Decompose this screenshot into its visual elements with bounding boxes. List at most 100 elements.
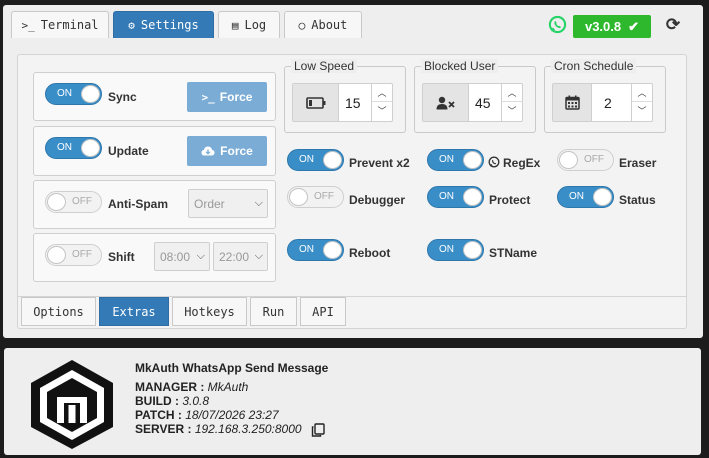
blocked-user-arrows: ︿ ﹀ bbox=[501, 84, 522, 121]
status-toggle[interactable]: ON bbox=[557, 186, 614, 208]
stname-label: STName bbox=[489, 246, 538, 260]
toggle-knob bbox=[559, 151, 578, 169]
antispam-order-value: Order bbox=[194, 196, 225, 211]
blocked-user-legend: Blocked User bbox=[421, 59, 499, 73]
gear-icon: ⚙ bbox=[128, 18, 135, 32]
regex-toggle[interactable]: ON bbox=[427, 149, 484, 171]
check-icon: ✔ bbox=[628, 18, 640, 34]
copy-icon[interactable] bbox=[311, 423, 325, 437]
tab-run[interactable]: Run bbox=[250, 297, 297, 326]
toggle-knob bbox=[81, 85, 100, 103]
toggle-knob bbox=[81, 139, 100, 157]
speech-bubble-icon: ◯ bbox=[298, 18, 306, 32]
patch-value: 18/07/2026 23:27 bbox=[185, 408, 279, 422]
chevron-down-icon[interactable]: ﹀ bbox=[502, 102, 522, 120]
tab-options[interactable]: Options bbox=[21, 297, 96, 326]
tab-settings-label: Settings bbox=[140, 18, 199, 32]
toggle-text: ON bbox=[299, 244, 314, 255]
reboot-toggle[interactable]: ON bbox=[287, 239, 344, 261]
update-toggle-text: ON bbox=[57, 142, 72, 153]
low-speed-fieldset: Low Speed 15 ︿ ﹀ bbox=[284, 59, 406, 133]
version-badge[interactable]: v3.0.8 ✔ bbox=[573, 15, 651, 38]
chevron-down-icon: ⌵ bbox=[196, 250, 205, 262]
blocked-user-value[interactable]: 45 bbox=[475, 95, 491, 111]
refresh-icon[interactable]: ⟳ bbox=[664, 16, 682, 34]
antispam-order-select[interactable]: Order ⌵ bbox=[188, 189, 268, 218]
toggle-knob bbox=[463, 151, 482, 169]
update-toggle[interactable]: ON bbox=[45, 137, 102, 159]
status-label: Status bbox=[619, 193, 656, 207]
toggle-text: ON bbox=[439, 191, 454, 202]
toggle-text: OFF bbox=[584, 154, 604, 165]
antispam-toggle[interactable]: OFF bbox=[45, 191, 102, 213]
antispam-toggle-text: OFF bbox=[72, 196, 92, 207]
user-x-icon bbox=[436, 96, 455, 109]
whatsapp-icon bbox=[548, 15, 567, 34]
shift-end-select[interactable]: 22:00 ⌵ bbox=[213, 242, 268, 271]
build-label: BUILD : bbox=[135, 394, 179, 408]
low-speed-spinner[interactable]: 15 ︿ ﹀ bbox=[292, 83, 393, 122]
tab-hotkeys[interactable]: Hotkeys bbox=[172, 297, 247, 326]
tab-extras[interactable]: Extras bbox=[99, 297, 169, 326]
toggle-text: ON bbox=[439, 244, 454, 255]
blocked-user-fieldset: Blocked User 45 ︿ ﹀ bbox=[414, 59, 536, 133]
chevron-down-icon: ⌵ bbox=[254, 250, 263, 262]
protect-label: Protect bbox=[489, 193, 531, 207]
server-label: SERVER : bbox=[135, 422, 192, 436]
chevron-down-icon[interactable]: ﹀ bbox=[632, 102, 652, 120]
toggle-knob bbox=[289, 188, 308, 206]
toggle-knob bbox=[463, 188, 482, 206]
battery-low-icon bbox=[305, 96, 325, 109]
sync-toggle[interactable]: ON bbox=[45, 83, 102, 105]
antispam-label: Anti-Spam bbox=[108, 197, 168, 211]
shift-toggle[interactable]: OFF bbox=[45, 244, 102, 266]
sync-force-button[interactable]: >_ Force bbox=[187, 82, 267, 112]
footer-patch: PATCH : 18/07/2026 23:27 bbox=[135, 408, 279, 422]
protect-toggle[interactable]: ON bbox=[427, 186, 484, 208]
server-value: 192.168.3.250:8000 bbox=[194, 422, 302, 436]
antispam-row: OFF Anti-Spam Order ⌵ bbox=[33, 180, 276, 229]
manager-label: MANAGER : bbox=[135, 380, 205, 394]
chevron-up-icon[interactable]: ︿ bbox=[632, 84, 652, 102]
chevron-down-icon[interactable]: ﹀ bbox=[372, 102, 392, 120]
reboot-label: Reboot bbox=[349, 246, 391, 260]
shift-label: Shift bbox=[108, 250, 135, 264]
tab-about-label: About bbox=[311, 18, 348, 32]
sync-toggle-text: ON bbox=[57, 88, 72, 99]
blocked-user-addon bbox=[423, 84, 469, 121]
update-force-button[interactable]: Force bbox=[187, 136, 267, 166]
cron-schedule-fieldset: Cron Schedule 2 ︿ ﹀ bbox=[544, 59, 666, 133]
cron-schedule-value[interactable]: 2 bbox=[604, 95, 612, 111]
chevron-up-icon[interactable]: ︿ bbox=[372, 84, 392, 102]
regex-label: RegEx bbox=[503, 156, 541, 170]
cron-schedule-spinner[interactable]: 2 ︿ ﹀ bbox=[552, 83, 653, 122]
low-speed-legend: Low Speed bbox=[291, 59, 358, 73]
debugger-toggle[interactable]: OFF bbox=[287, 186, 344, 208]
footer-build: BUILD : 3.0.8 bbox=[135, 394, 209, 408]
shift-end-value: 22:00 bbox=[219, 249, 250, 264]
shift-start-select[interactable]: 08:00 ⌵ bbox=[154, 242, 210, 271]
stname-toggle[interactable]: ON bbox=[427, 239, 484, 261]
low-speed-arrows: ︿ ﹀ bbox=[371, 84, 392, 121]
cloud-download-icon bbox=[201, 146, 215, 156]
eraser-toggle[interactable]: OFF bbox=[557, 149, 614, 171]
tab-settings[interactable]: ⚙ Settings bbox=[113, 11, 214, 38]
update-force-label: Force bbox=[220, 144, 253, 158]
calendar-icon bbox=[564, 95, 580, 110]
debugger-label: Debugger bbox=[349, 193, 406, 207]
eraser-label: Eraser bbox=[619, 156, 657, 170]
terminal-icon: >_ bbox=[21, 18, 35, 32]
tab-terminal[interactable]: >_ Terminal bbox=[11, 11, 109, 38]
terminal-icon: >_ bbox=[201, 90, 215, 104]
prevent-x2-toggle[interactable]: ON bbox=[287, 149, 344, 171]
toggle-knob bbox=[47, 193, 66, 211]
toggle-knob bbox=[463, 241, 482, 259]
chevron-up-icon[interactable]: ︿ bbox=[502, 84, 522, 102]
tab-about[interactable]: ◯ About bbox=[284, 11, 362, 38]
blocked-user-spinner[interactable]: 45 ︿ ﹀ bbox=[422, 83, 523, 122]
shift-toggle-text: OFF bbox=[72, 249, 92, 260]
tab-log[interactable]: ▤ Log bbox=[218, 11, 280, 38]
toggle-text: ON bbox=[439, 154, 454, 165]
tab-api[interactable]: API bbox=[300, 297, 346, 326]
low-speed-value[interactable]: 15 bbox=[345, 95, 361, 111]
